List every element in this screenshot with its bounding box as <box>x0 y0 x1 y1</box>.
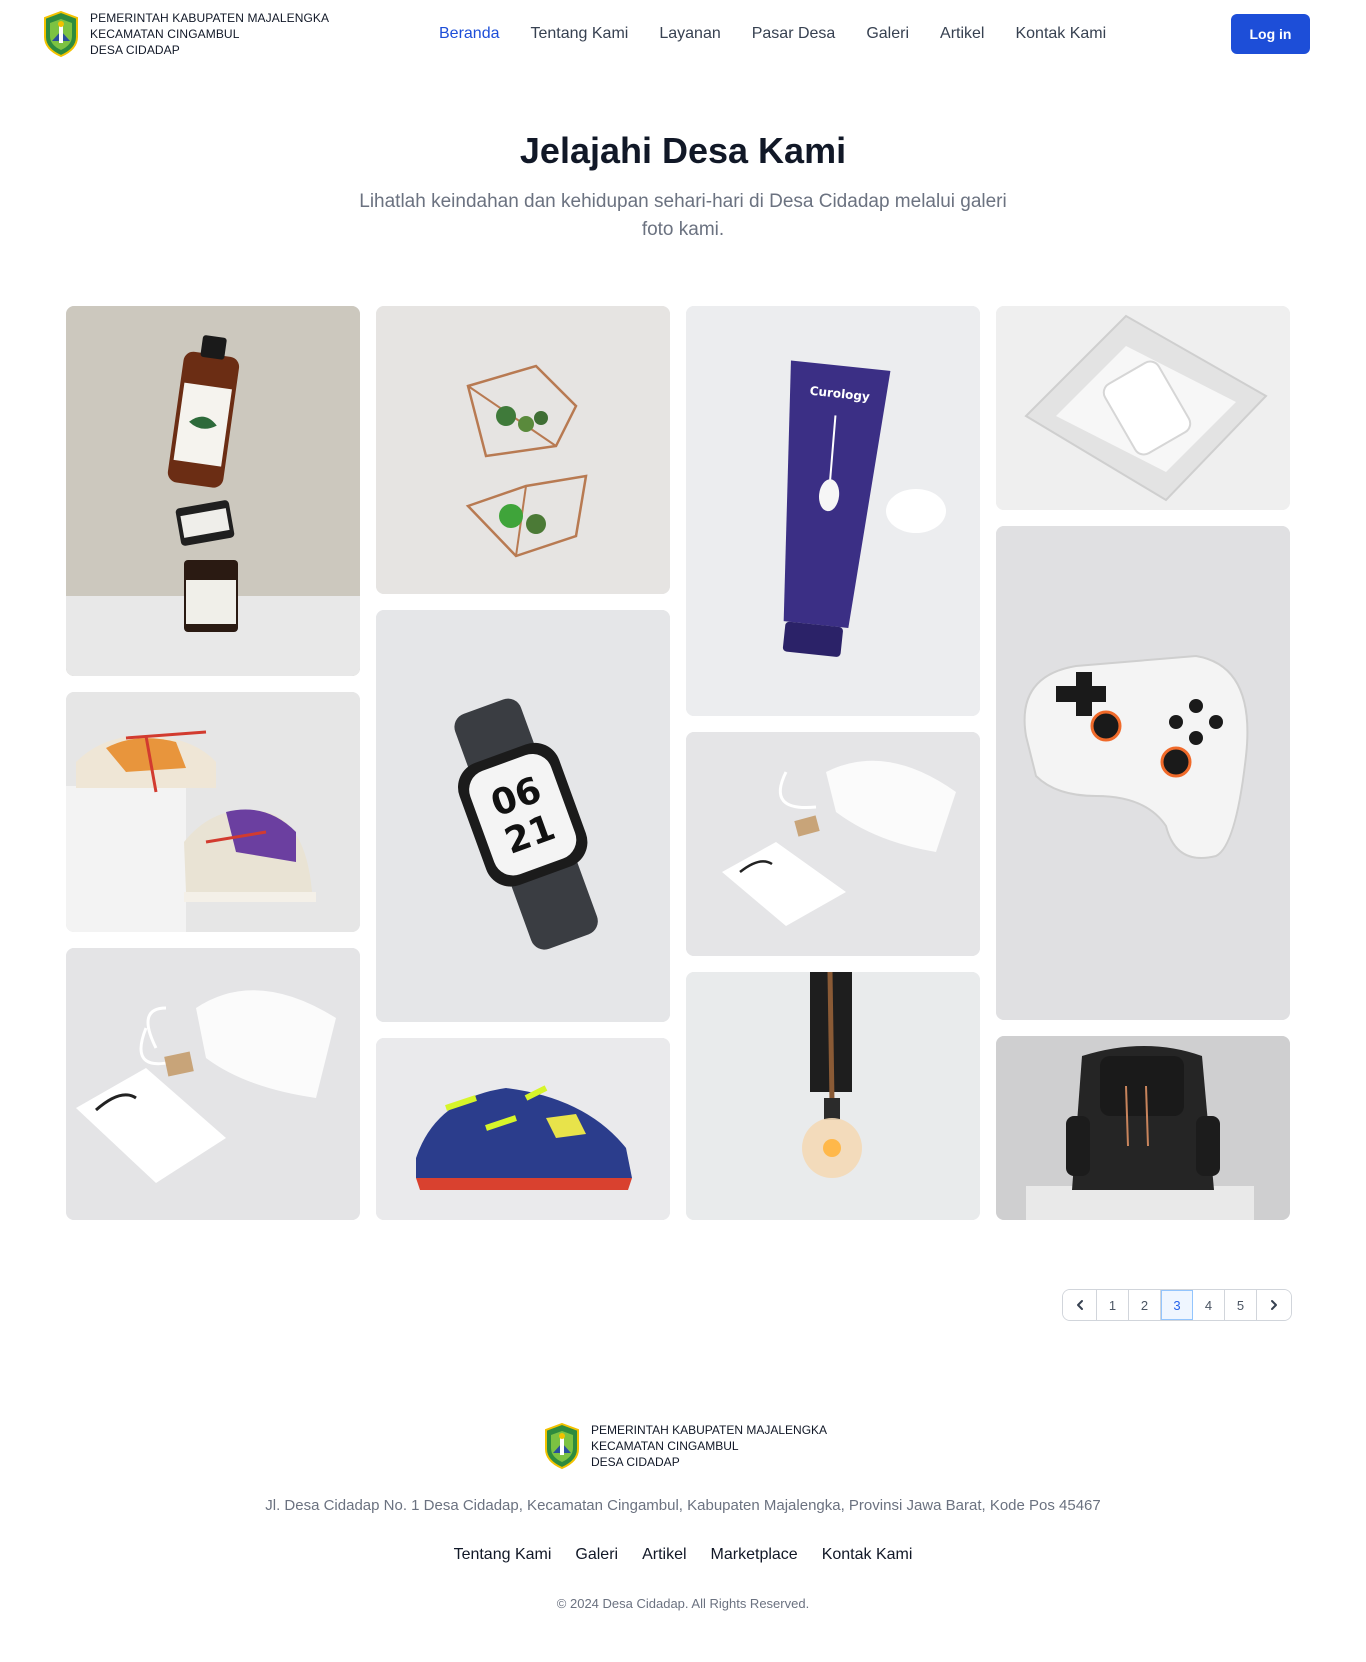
football-shoe-image <box>376 1038 670 1220</box>
gallery-photo-pouch-and-bag-large[interactable] <box>66 948 360 1220</box>
brand-line-1: PEMERINTAH KABUPATEN MAJALENGKA <box>90 11 330 25</box>
footer-brand-line-1: PEMERINTAH KABUPATEN MAJALENGKA <box>591 1423 828 1437</box>
pagination-page-1[interactable]: 1 <box>1097 1290 1129 1320</box>
cleanser-tube-image: Curology <box>686 306 980 716</box>
majalengka-crest-icon <box>545 1423 579 1469</box>
pagination-next-button[interactable] <box>1257 1290 1291 1320</box>
nav-link-kontak-kami[interactable]: Kontak Kami <box>1015 22 1106 46</box>
footer-nav: Tentang Kami Galeri Artikel Marketplace … <box>0 1546 1366 1564</box>
brand-text: PEMERINTAH KABUPATEN MAJALENGKA KECAMATA… <box>90 10 329 58</box>
pagination-page-5[interactable]: 5 <box>1225 1290 1257 1320</box>
brand-line-2: KECAMATAN CINGAMBUL <box>90 27 240 41</box>
footer-link-artikel[interactable]: Artikel <box>642 1546 686 1564</box>
main-nav: Beranda Tentang Kami Layanan Pasar Desa … <box>439 22 1137 46</box>
pagination-page-4[interactable]: 4 <box>1193 1290 1225 1320</box>
gallery-photo-backpack[interactable] <box>996 1036 1290 1220</box>
majalengka-crest-icon <box>44 11 78 57</box>
game-controller-image <box>996 526 1290 1020</box>
page-subtitle: Lihatlah keindahan dan kehidupan sehari-… <box>359 191 1007 240</box>
hanging-bulb-image <box>686 972 980 1220</box>
pouch-and-bag-image <box>686 732 980 956</box>
gallery-photo-sneakers[interactable] <box>66 692 360 932</box>
chevron-left-icon <box>1076 1300 1083 1310</box>
gallery-photo-football-shoe[interactable] <box>376 1038 670 1220</box>
nav-link-galeri[interactable]: Galeri <box>866 22 909 46</box>
backpack-image <box>996 1036 1290 1220</box>
nav-link-beranda[interactable]: Beranda <box>439 22 500 46</box>
nav-link-layanan[interactable]: Layanan <box>659 22 720 46</box>
skincare-bottles-image <box>66 306 360 676</box>
photo-gallery: 06 21 Curology <box>66 306 1296 1226</box>
gallery-photo-geometric-planters[interactable] <box>376 306 670 594</box>
pagination-page-3[interactable]: 3 <box>1161 1290 1193 1320</box>
gallery-photo-game-controller[interactable] <box>996 526 1290 1020</box>
footer-link-tentang-kami[interactable]: Tentang Kami <box>454 1546 552 1564</box>
pagination-prev-button[interactable] <box>1063 1290 1097 1320</box>
gallery-photo-hanging-bulb[interactable] <box>686 972 980 1220</box>
smartwatch-image: 06 21 <box>376 610 670 1022</box>
site-header: PEMERINTAH KABUPATEN MAJALENGKA KECAMATA… <box>0 0 1366 68</box>
login-button[interactable]: Log in <box>1231 14 1310 54</box>
footer-brand: PEMERINTAH KABUPATEN MAJALENGKA KECAMATA… <box>543 1422 827 1470</box>
gallery-photo-bottle-in-glass[interactable] <box>996 306 1290 510</box>
pagination-page-2[interactable]: 2 <box>1129 1290 1161 1320</box>
footer-address: Jl. Desa Cidadap No. 1 Desa Cidadap, Kec… <box>265 1497 1101 1514</box>
pouch-and-bag-large-image <box>66 948 360 1220</box>
footer-brand-line-3: DESA CIDADAP <box>591 1455 680 1469</box>
footer-copyright: © 2024 Desa Cidadap. All Rights Reserved… <box>556 1596 810 1611</box>
bottle-in-glass-image <box>996 306 1290 510</box>
pagination: 1 2 3 4 5 <box>1062 1289 1292 1321</box>
nav-link-pasar-desa[interactable]: Pasar Desa <box>752 22 836 46</box>
gallery-photo-cleanser-tube[interactable]: Curology <box>686 306 980 716</box>
nav-link-artikel[interactable]: Artikel <box>940 22 984 46</box>
nav-link-tentang-kami[interactable]: Tentang Kami <box>531 22 629 46</box>
footer-brand-line-2: KECAMATAN CINGAMBUL <box>591 1439 739 1453</box>
footer-link-marketplace[interactable]: Marketplace <box>711 1546 798 1564</box>
geometric-planters-image <box>376 306 670 594</box>
footer-brand-text: PEMERINTAH KABUPATEN MAJALENGKA KECAMATA… <box>591 1422 827 1470</box>
gallery-photo-smartwatch[interactable]: 06 21 <box>376 610 670 1022</box>
brand-line-3: DESA CIDADAP <box>90 43 180 57</box>
footer-link-kontak-kami[interactable]: Kontak Kami <box>822 1546 913 1564</box>
sneakers-image <box>66 692 360 932</box>
page-title: Jelajahi Desa Kami <box>519 130 847 171</box>
chevron-right-icon <box>1271 1300 1277 1310</box>
footer-link-galeri[interactable]: Galeri <box>575 1546 618 1564</box>
gallery-photo-pouch-and-bag[interactable] <box>686 732 980 956</box>
gallery-photo-skincare-bottles[interactable] <box>66 306 360 676</box>
brand-logo-link[interactable]: PEMERINTAH KABUPATEN MAJALENGKA KECAMATA… <box>42 10 329 58</box>
